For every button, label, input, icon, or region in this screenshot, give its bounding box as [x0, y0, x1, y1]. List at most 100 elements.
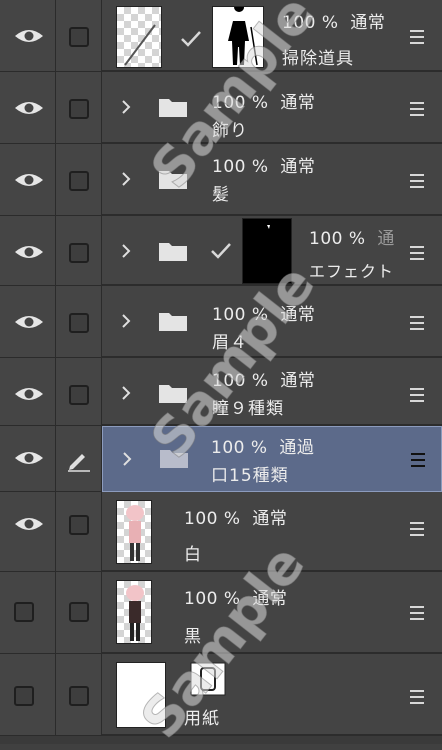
layer-name: 瞳９種類: [212, 399, 284, 419]
layer-row-active[interactable]: 100 % 通過 口15種類: [0, 426, 442, 492]
visibility-cell[interactable]: [0, 72, 56, 144]
lock-checkbox[interactable]: [69, 385, 89, 405]
eye-icon[interactable]: [14, 314, 44, 330]
visibility-cell[interactable]: [0, 286, 56, 358]
lock-checkbox[interactable]: [69, 243, 89, 263]
chevron-right-icon[interactable]: [120, 99, 132, 115]
lock-checkbox[interactable]: [69, 313, 89, 333]
lock-checkbox[interactable]: [69, 171, 89, 191]
menu-handle-icon[interactable]: [410, 246, 424, 260]
menu-handle-icon[interactable]: [410, 606, 424, 620]
edit-cell[interactable]: [56, 144, 102, 216]
lock-checkbox[interactable]: [69, 686, 89, 706]
folder-icon: [159, 313, 187, 331]
layer-main[interactable]: 100 % 通常 髪: [102, 144, 442, 216]
chevron-right-icon[interactable]: [120, 243, 132, 259]
layer-row[interactable]: 100 % 通常 髪: [0, 144, 442, 216]
eye-icon[interactable]: [14, 244, 44, 260]
visibility-cell[interactable]: [0, 216, 56, 286]
silhouette-art: [228, 7, 258, 66]
layer-opacity-blend: 100 % 通常: [212, 371, 316, 391]
edit-cell[interactable]: [56, 654, 102, 736]
visibility-cell[interactable]: [0, 492, 56, 572]
layer-main[interactable]: 100 % 通常 飾り: [102, 72, 442, 144]
layer-main[interactable]: 100 % 通常 掃除道具: [102, 0, 442, 72]
lock-checkbox[interactable]: [69, 99, 89, 119]
layer-main[interactable]: 100 % 通過 口15種類: [102, 426, 442, 492]
layer-name: 口15種類: [211, 466, 289, 486]
chevron-right-icon[interactable]: [120, 171, 132, 187]
menu-handle-icon[interactable]: [410, 690, 424, 704]
folder-icon: [159, 243, 187, 261]
eye-icon[interactable]: [14, 172, 44, 188]
edit-cell[interactable]: [56, 358, 102, 426]
layer-opacity-blend: 100 % 通常: [212, 157, 316, 177]
paper-thumbnail: [116, 662, 166, 728]
menu-handle-icon[interactable]: [410, 388, 424, 402]
visibility-cell[interactable]: [0, 426, 56, 492]
layer-row[interactable]: 100 % 通常 掃除道具: [0, 0, 442, 72]
lock-checkbox[interactable]: [69, 602, 89, 622]
lock-checkbox[interactable]: [69, 515, 89, 535]
visibility-cell[interactable]: [0, 654, 56, 736]
layer-opacity-blend: 100 % 通: [309, 229, 395, 249]
visibility-cell[interactable]: [0, 144, 56, 216]
layer-name: 用紙: [184, 709, 220, 729]
chevron-right-icon[interactable]: [120, 313, 132, 329]
panel-bottom-edge: [0, 736, 442, 744]
eye-icon[interactable]: [14, 386, 44, 402]
visibility-checkbox[interactable]: [14, 686, 34, 706]
folder-icon: [159, 99, 187, 117]
folder-icon: [159, 171, 187, 189]
layer-main[interactable]: 100 % 通常 黒: [102, 572, 442, 654]
chevron-right-icon[interactable]: [120, 385, 132, 401]
edit-cell[interactable]: [56, 286, 102, 358]
menu-handle-icon[interactable]: [410, 522, 424, 536]
layer-row[interactable]: 100 % 通常 眉４: [0, 286, 442, 358]
eye-icon[interactable]: [14, 450, 44, 466]
eye-icon[interactable]: [14, 28, 44, 44]
layer-main[interactable]: 100 % 通 エフェクト: [102, 216, 442, 286]
layer-row[interactable]: 100 % 通常 瞳９種類: [0, 358, 442, 426]
layer-thumbnail: [116, 580, 152, 644]
layer-opacity-blend: 100 % 通常: [212, 305, 316, 325]
layer-opacity-blend: 100 % 通常: [184, 589, 288, 609]
edit-cell[interactable]: [56, 72, 102, 144]
mask-thumbnail: [212, 6, 264, 68]
edit-cell[interactable]: [56, 426, 102, 492]
effect-thumbnail-art: [267, 225, 270, 229]
layer-row[interactable]: 100 % 通常 飾り: [0, 72, 442, 144]
menu-handle-icon[interactable]: [410, 30, 424, 44]
layer-opacity-blend: 100 % 通過: [211, 438, 315, 458]
menu-handle-icon[interactable]: [410, 316, 424, 330]
eye-icon[interactable]: [14, 516, 44, 532]
menu-handle-icon[interactable]: [410, 102, 424, 116]
layer-main[interactable]: 100 % 通常 白: [102, 492, 442, 572]
layer-row[interactable]: 100 % 通常 黒: [0, 572, 442, 654]
lock-checkbox[interactable]: [69, 27, 89, 47]
edit-cell[interactable]: [56, 0, 102, 72]
layer-row[interactable]: 100 % 通常 白: [0, 492, 442, 572]
edit-cell[interactable]: [56, 216, 102, 286]
pen-icon[interactable]: [66, 450, 92, 472]
layer-main[interactable]: 用紙: [102, 654, 442, 736]
layer-name: 眉４: [212, 333, 248, 353]
layer-main[interactable]: 100 % 通常 眉４: [102, 286, 442, 358]
layer-row[interactable]: 用紙: [0, 654, 442, 736]
layer-thumbnail: [116, 6, 162, 68]
menu-handle-icon[interactable]: [411, 453, 425, 467]
layer-panel: 100 % 通常 掃除道具 100 % 通常 飾り 100 % 通常 髪 100…: [0, 0, 442, 750]
eye-icon[interactable]: [14, 100, 44, 116]
visibility-cell[interactable]: [0, 358, 56, 426]
visibility-cell[interactable]: [0, 0, 56, 72]
chevron-right-icon[interactable]: [121, 451, 133, 467]
visibility-cell[interactable]: [0, 572, 56, 654]
edit-cell[interactable]: [56, 492, 102, 572]
visibility-checkbox[interactable]: [14, 602, 34, 622]
layer-row[interactable]: 100 % 通 エフェクト: [0, 216, 442, 286]
edit-cell[interactable]: [56, 572, 102, 654]
menu-handle-icon[interactable]: [410, 174, 424, 188]
layer-main[interactable]: 100 % 通常 瞳９種類: [102, 358, 442, 426]
mask-thumbnail: [242, 218, 292, 284]
layer-name: 髪: [212, 185, 230, 205]
